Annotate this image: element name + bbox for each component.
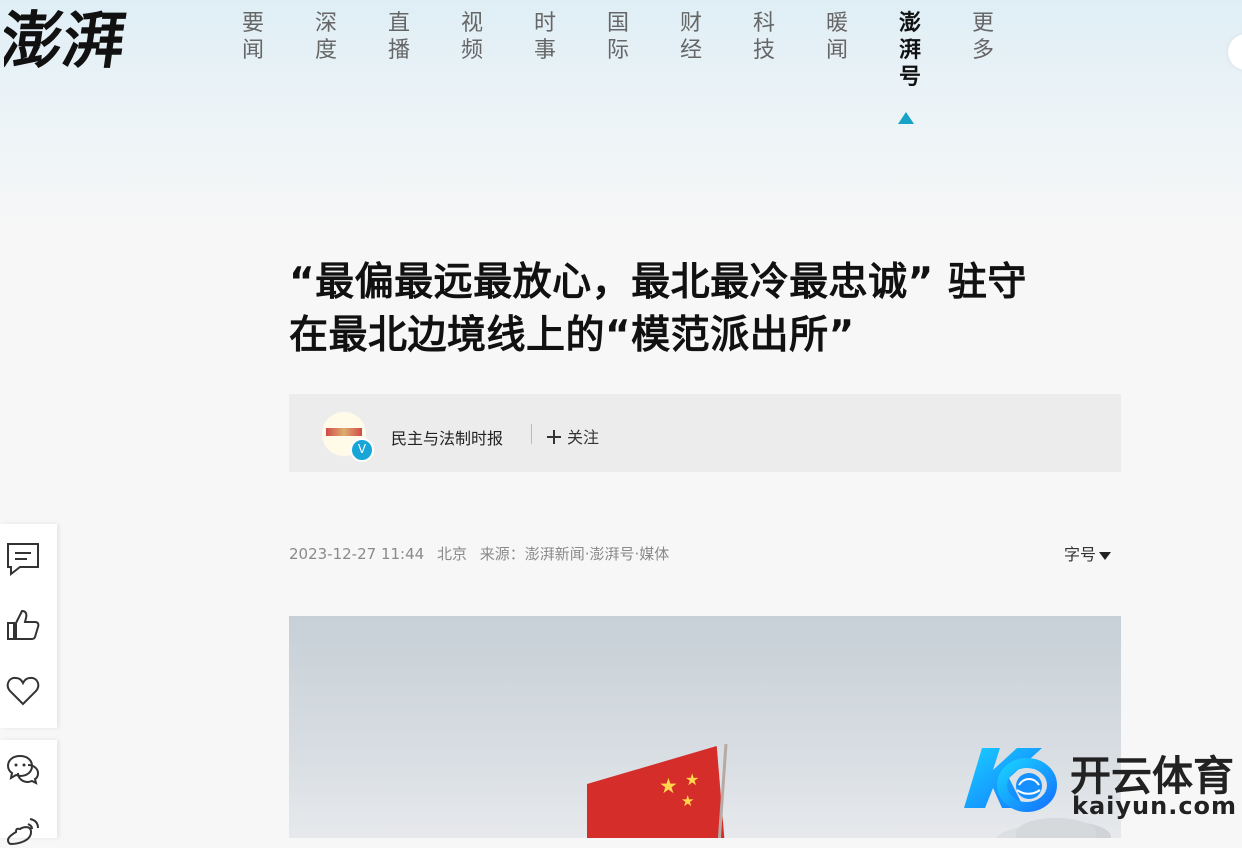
nav-item-technology[interactable]: 科 技 [747, 10, 781, 64]
flag-star-icon: ★ [659, 774, 678, 798]
font-size-selector[interactable]: 字号 [1064, 541, 1112, 565]
publish-time: 2023-12-27 11:44 [289, 545, 425, 563]
nav-item-important-news[interactable]: 要 闻 [236, 10, 270, 64]
author-bar: V 民主与法制时报 关注 [289, 394, 1121, 472]
nav-item-depth[interactable]: 深 度 [309, 10, 343, 64]
comment-icon[interactable] [6, 542, 40, 576]
nav-item-international[interactable]: 国 际 [601, 10, 635, 64]
author-divider [531, 424, 532, 444]
follow-label: 关注 [567, 428, 600, 447]
author-name[interactable]: 民主与法制时报 [391, 425, 503, 449]
thepaper-logo[interactable]: 澎湃 [4, 4, 149, 84]
svg-text:澎湃: 澎湃 [4, 4, 130, 77]
active-tab-indicator [898, 112, 914, 124]
left-share-toolbar [0, 740, 57, 846]
plus-icon [547, 430, 561, 444]
nav-item-live[interactable]: 直 播 [382, 10, 416, 64]
article-title: “最偏最远最放心，最北最冷最忠诚” 驻守 在最北边境线上的“模范派出所” [289, 260, 1027, 358]
favorite-icon[interactable] [6, 674, 40, 708]
nav-item-current-affairs[interactable]: 时 事 [528, 10, 562, 64]
nav-item-more[interactable]: 更 多 [966, 10, 1000, 64]
nav-item-finance[interactable]: 财 经 [674, 10, 708, 64]
left-action-toolbar [0, 524, 57, 728]
verified-badge-icon: V [350, 438, 374, 462]
wechat-icon[interactable] [6, 752, 40, 786]
chevron-down-icon [1099, 551, 1112, 560]
media-logo-mark [326, 428, 362, 436]
font-size-label: 字号 [1064, 545, 1097, 564]
nav-item-video[interactable]: 视 频 [455, 10, 489, 64]
nav-item-pengpai-account[interactable]: 澎 湃 号 [893, 10, 927, 91]
weibo-icon[interactable] [6, 814, 40, 848]
flag-star-icon: ★ [685, 770, 700, 789]
follow-button[interactable]: 关注 [547, 424, 599, 448]
flag-star-icon: ★ [681, 792, 695, 810]
article-source: 来源：澎湃新闻·澎湃号·媒体 [479, 545, 670, 563]
publish-location: 北京 [436, 545, 467, 563]
article-meta: 2023-12-27 11:44 北京 来源：澎湃新闻·澎湃号·媒体 [289, 543, 677, 564]
nav-item-warm-news[interactable]: 暖 闻 [820, 10, 854, 64]
watermark-url: kaiyun.com [1072, 792, 1238, 820]
like-icon[interactable] [6, 608, 40, 642]
